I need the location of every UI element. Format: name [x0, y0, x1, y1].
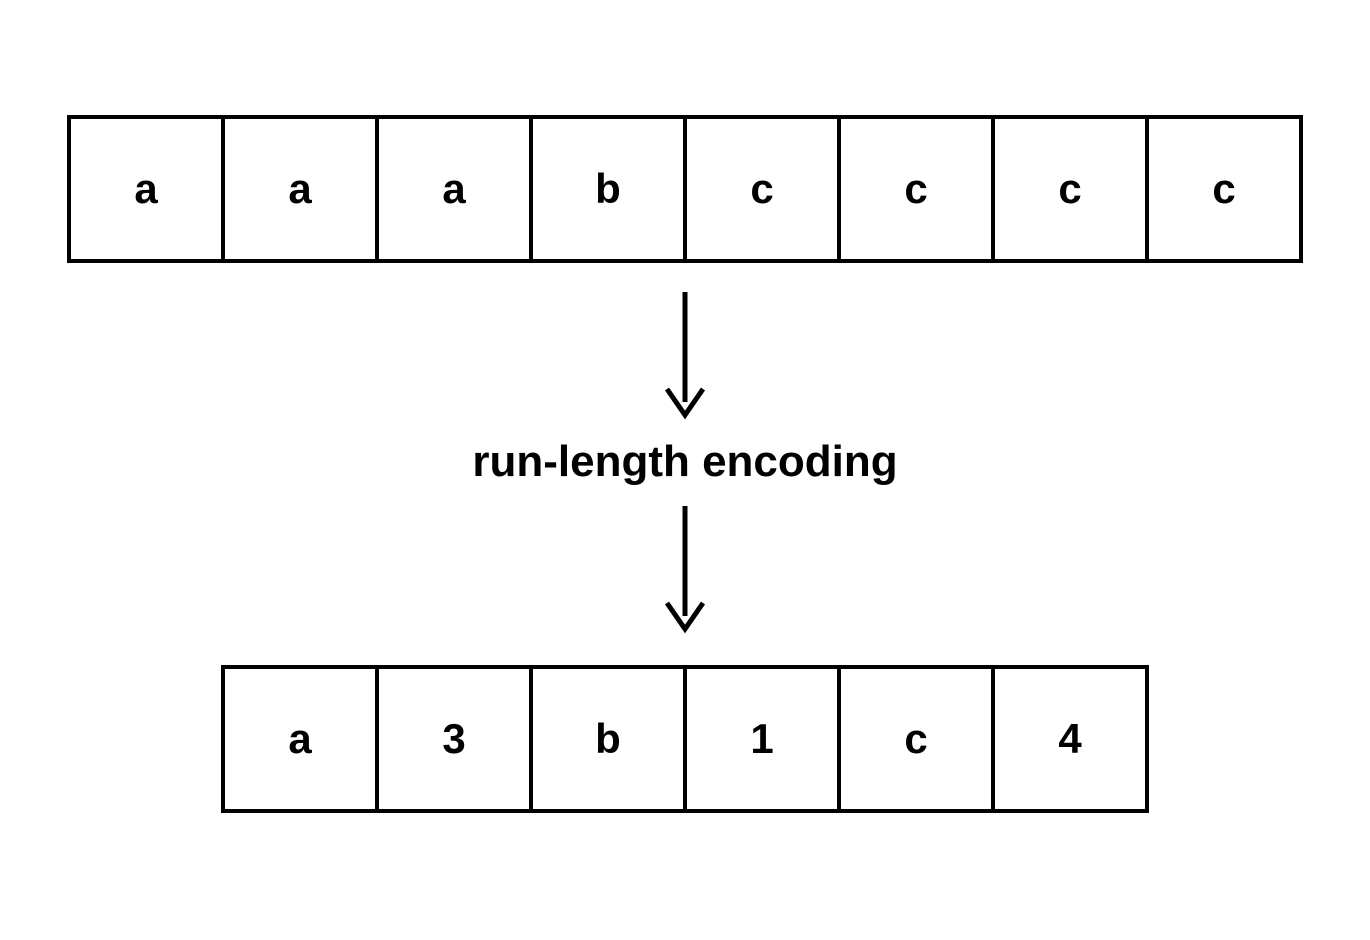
input-array: aaabcccc [67, 115, 1303, 263]
output-cell: a [221, 665, 379, 813]
input-cell: b [529, 115, 687, 263]
output-cell: 4 [991, 665, 1149, 813]
output-cell: b [529, 665, 687, 813]
output-cell: c [837, 665, 995, 813]
arrow-down-bottom [655, 501, 715, 641]
arrow-down-top [655, 287, 715, 427]
input-cell: a [375, 115, 533, 263]
algorithm-label: run-length encoding [472, 437, 897, 487]
input-cell: c [683, 115, 841, 263]
output-array: a3b1c4 [221, 665, 1149, 813]
output-cell: 3 [375, 665, 533, 813]
output-cell: 1 [683, 665, 841, 813]
input-cell: a [221, 115, 379, 263]
arrow-down-icon [655, 501, 715, 641]
input-cell: c [991, 115, 1149, 263]
input-cell: a [67, 115, 225, 263]
arrow-down-icon [655, 287, 715, 427]
input-cell: c [1145, 115, 1303, 263]
input-cell: c [837, 115, 995, 263]
